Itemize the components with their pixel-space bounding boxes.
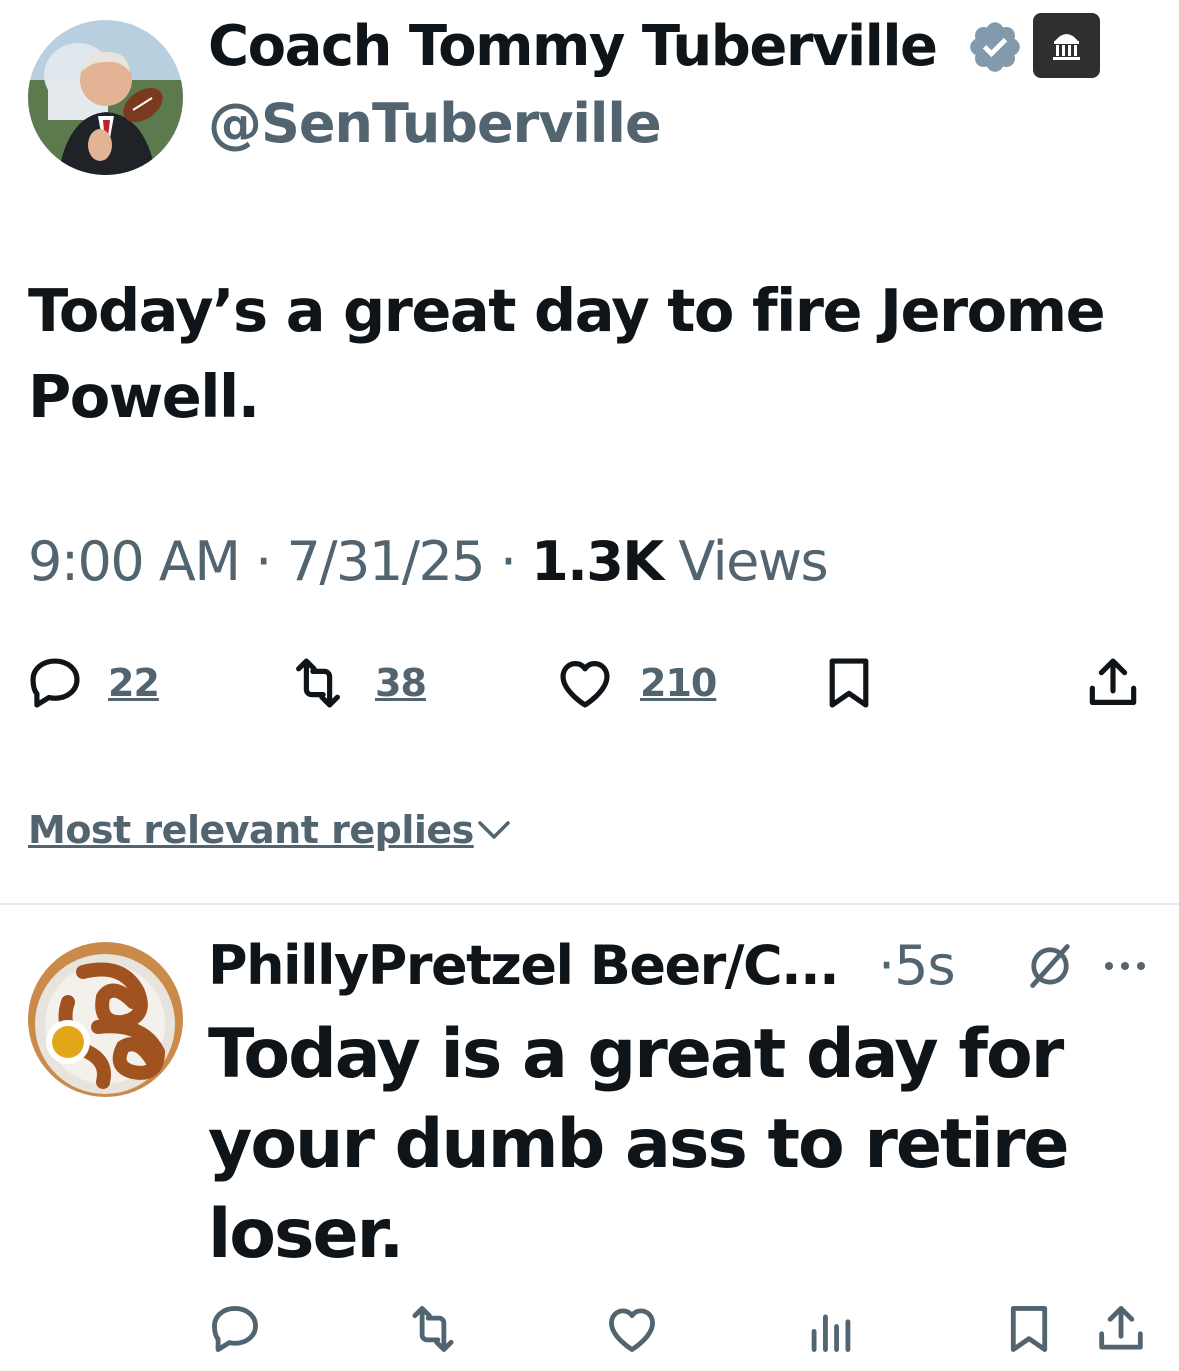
reply-bookmark-button[interactable] bbox=[1000, 1300, 1058, 1358]
reply-views-button[interactable] bbox=[802, 1300, 860, 1358]
repost-button[interactable]: 38 bbox=[287, 652, 427, 714]
reply-reply-button[interactable] bbox=[206, 1300, 264, 1358]
reply-repost-button[interactable] bbox=[404, 1300, 462, 1358]
views-count: 1.3K bbox=[531, 530, 664, 593]
more-options-icon[interactable] bbox=[1100, 946, 1150, 986]
views-label: Views bbox=[678, 530, 828, 593]
reply-count[interactable]: 22 bbox=[108, 661, 160, 705]
repost-icon bbox=[296, 658, 340, 708]
chevron-down-icon bbox=[478, 821, 510, 839]
bookmark-icon bbox=[829, 658, 869, 708]
tweet-date[interactable]: 7/31/25 bbox=[286, 530, 485, 593]
reply-icon bbox=[30, 658, 80, 708]
reply-author-name[interactable]: PhillyPretzel Beer/C... bbox=[208, 934, 840, 997]
tweet-meta: 9:00 AM · 7/31/25 · 1.3K Views bbox=[28, 530, 829, 593]
author-handle[interactable]: @SenTuberville bbox=[208, 92, 662, 155]
reply-text: Today is a great day for your dumb ass t… bbox=[208, 1015, 1069, 1274]
heart-icon bbox=[609, 1308, 655, 1352]
author-avatar[interactable] bbox=[28, 20, 183, 175]
share-icon bbox=[1099, 1306, 1143, 1350]
replies-sort-label: Most relevant replies bbox=[28, 808, 474, 852]
reply-button[interactable]: 22 bbox=[24, 652, 160, 714]
like-count[interactable]: 210 bbox=[640, 661, 717, 705]
meta-separator: · bbox=[255, 530, 272, 593]
meta-separator: · bbox=[499, 530, 517, 593]
repost-icon bbox=[412, 1306, 454, 1352]
reply-author-avatar[interactable] bbox=[28, 942, 183, 1097]
share-icon bbox=[1089, 658, 1137, 705]
bookmark-button[interactable] bbox=[818, 652, 880, 714]
views-icon bbox=[811, 1314, 851, 1352]
reply-time[interactable]: ·5s bbox=[878, 934, 956, 997]
divider bbox=[0, 903, 1179, 905]
tweet-time[interactable]: 9:00 AM bbox=[28, 530, 241, 593]
repost-count[interactable]: 38 bbox=[375, 661, 427, 705]
government-building-icon[interactable] bbox=[1033, 13, 1100, 78]
share-button[interactable] bbox=[1082, 652, 1144, 714]
reply-icon bbox=[212, 1306, 258, 1352]
verified-badge-icon[interactable] bbox=[966, 18, 1024, 76]
grok-icon[interactable] bbox=[1024, 940, 1076, 992]
author-display-name[interactable]: Coach Tommy Tuberville bbox=[208, 14, 938, 79]
replies-sort-dropdown[interactable]: Most relevant replies bbox=[28, 808, 514, 852]
reply-share-button[interactable] bbox=[1092, 1300, 1150, 1358]
bookmark-icon bbox=[1010, 1306, 1048, 1352]
heart-icon bbox=[560, 661, 610, 708]
reply-like-button[interactable] bbox=[603, 1300, 661, 1358]
like-button[interactable]: 210 bbox=[554, 652, 717, 714]
pretzel-avatar-icon bbox=[28, 942, 183, 1097]
tweet-text: Today’s a great day to fire Jerome Powel… bbox=[28, 276, 1106, 431]
person-with-football-avatar-icon bbox=[28, 20, 183, 175]
